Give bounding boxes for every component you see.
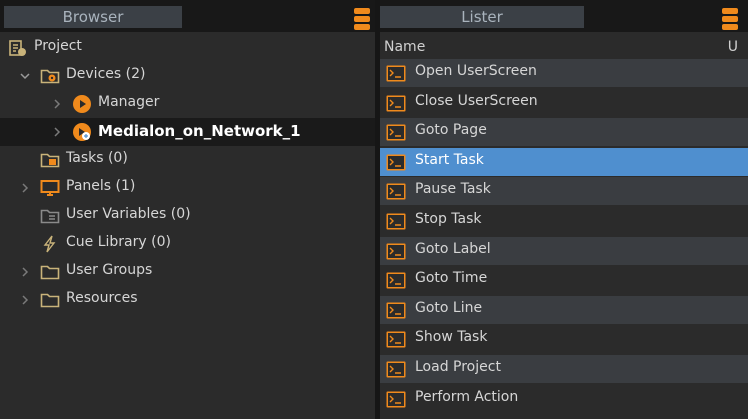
command-icon	[386, 361, 406, 378]
list-item[interactable]: Pause Task	[380, 177, 748, 206]
list-item-label: Open UserScreen	[415, 63, 537, 79]
folder-icon	[40, 263, 60, 281]
column-name-header[interactable]: Name	[384, 39, 425, 55]
manager-play-icon	[72, 94, 92, 114]
command-icon	[386, 331, 406, 348]
list-item-label: Goto Time	[415, 270, 488, 287]
tree-item-label: User Variables (0)	[66, 206, 191, 222]
list-item-label: Goto Label	[415, 240, 491, 257]
list-item[interactable]: Open UserScreen	[380, 59, 748, 87]
column-u-header[interactable]: U	[728, 39, 738, 55]
tree-item-label: User Groups	[66, 262, 153, 278]
tree-item[interactable]: User Variables (0)	[0, 202, 375, 230]
tree-item[interactable]: Cue Library (0)	[0, 230, 375, 258]
list-item[interactable]: Perform Action	[380, 384, 748, 413]
list-item-label: Show Task	[415, 329, 488, 346]
list-item[interactable]: Load Project	[380, 355, 748, 383]
lister-title: Lister	[380, 6, 584, 28]
list-item-label: Start Task	[415, 151, 484, 168]
folder-icon	[40, 291, 60, 309]
folder-variables-icon	[40, 207, 60, 225]
list-item-label: Goto Page	[415, 122, 487, 139]
tree-item-label: Medialon_on_Network_1	[98, 122, 301, 140]
list-item-label: Pause Task	[415, 181, 491, 198]
command-icon	[386, 213, 406, 230]
browser-title: Browser	[4, 6, 182, 28]
tree-item[interactable]: Panels (1)	[0, 174, 375, 202]
command-icon	[386, 183, 406, 200]
browser-title-bar: Browser	[0, 0, 375, 32]
browser-panel: Browser Project Devices (2) Manager Medialo…	[0, 0, 375, 419]
project-icon	[8, 39, 28, 57]
chevron-right-icon[interactable]	[50, 125, 64, 139]
lister-title-bar: Lister	[380, 0, 748, 32]
tree-item-label: Project	[34, 38, 82, 54]
tree-item-label: Resources	[66, 290, 138, 306]
tree-item[interactable]: Manager	[0, 90, 375, 118]
tree-item-label: Devices (2)	[66, 66, 146, 82]
chevron-right-icon[interactable]	[50, 97, 64, 111]
command-icon	[386, 243, 406, 260]
tree-item[interactable]: User Groups	[0, 258, 375, 286]
lister-menu-icon[interactable]	[722, 8, 738, 30]
tree-item-label: Cue Library (0)	[66, 234, 171, 250]
chevron-right-icon[interactable]	[18, 181, 32, 195]
command-icon	[386, 302, 406, 319]
list-item-label: Close UserScreen	[415, 92, 538, 109]
monitor-icon	[40, 179, 60, 197]
tree-item[interactable]: Resources	[0, 286, 375, 314]
list-item[interactable]: Goto Page	[380, 118, 748, 147]
command-icon	[386, 65, 406, 82]
chevron-right-icon[interactable]	[18, 265, 32, 279]
command-icon	[386, 272, 406, 289]
lister-panel: Lister Name U Open UserScreen Close UserS…	[380, 0, 748, 419]
tree-item[interactable]: Tasks (0)	[0, 146, 375, 174]
tree-item[interactable]: Project	[0, 34, 375, 62]
lightning-icon	[40, 235, 60, 253]
browser-menu-icon[interactable]	[354, 8, 370, 30]
command-icon	[386, 124, 406, 141]
tree-item-label: Tasks (0)	[66, 150, 128, 166]
list-item-label: Perform Action	[415, 388, 519, 405]
list-item[interactable]: Goto Label	[380, 236, 748, 265]
chevron-right-icon[interactable]	[18, 293, 32, 307]
tree-item-label: Manager	[98, 94, 160, 110]
list-item[interactable]: Stop Task	[380, 207, 748, 235]
command-icon	[386, 154, 406, 171]
list-item-label: Stop Task	[415, 211, 482, 227]
tree-item-label: Panels (1)	[66, 178, 136, 194]
tree-item[interactable]: Medialon_on_Network_1	[0, 118, 375, 146]
list-item-label: Goto Line	[415, 299, 483, 316]
list-item[interactable]: Show Task	[380, 325, 748, 354]
command-icon	[386, 391, 406, 408]
folder-tasks-icon	[40, 151, 60, 169]
lister-column-header: Name U	[380, 36, 748, 58]
command-icon	[386, 95, 406, 112]
list-item[interactable]: Goto Time	[380, 266, 748, 295]
list-item[interactable]: Close UserScreen	[380, 88, 748, 117]
network-device-icon	[72, 122, 92, 142]
list-item[interactable]: Goto Line	[380, 295, 748, 324]
tree-item[interactable]: Devices (2)	[0, 62, 375, 90]
list-item[interactable]: Start Task	[380, 147, 748, 176]
folder-gear-icon	[40, 67, 60, 85]
list-item-label: Load Project	[415, 359, 501, 375]
chevron-down-icon[interactable]	[18, 69, 32, 83]
